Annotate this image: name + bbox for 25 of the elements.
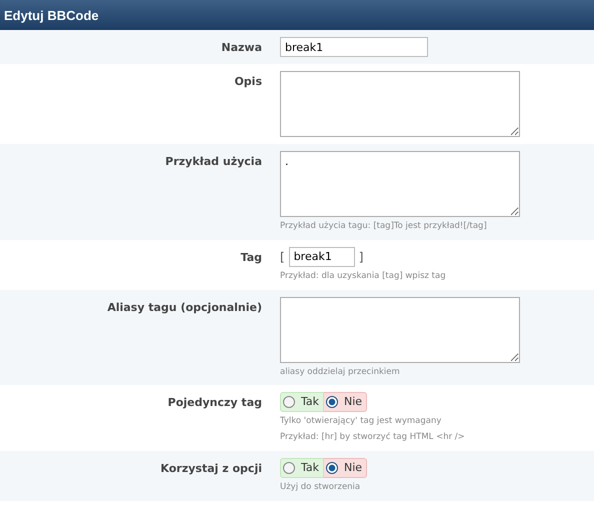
text-area[interactable] (280, 296, 520, 362)
bracket-text: [ (280, 248, 285, 266)
hint-text: Użyj do stworzenia (280, 480, 362, 494)
panel-title: Edytuj BBCode (0, 0, 594, 30)
text-area[interactable] (280, 71, 520, 137)
text-field[interactable]: break1 (280, 37, 428, 57)
field-label: Nazwa (220, 40, 262, 56)
radio-option[interactable]: Nie (324, 458, 368, 478)
radio-option[interactable]: Nie (324, 392, 368, 412)
field-label: Tag (240, 250, 262, 266)
hint-text: aliasy oddzielaj przecinkiem (280, 366, 401, 378)
field-label: Przykład użycia (164, 154, 262, 170)
hint-text: Przykład: dla uzyskania [tag] wpisz tag (280, 270, 446, 282)
field-label: Aliasy tagu (opcjonalnie) (106, 300, 262, 316)
field-label: Korzystaj z opcji (160, 460, 262, 477)
hint-text: Przykład użycia tagu: [tag]To jest przykład![/tag] (280, 220, 488, 233)
text-area[interactable]: . (280, 151, 520, 217)
tag-field[interactable]: break1 (288, 246, 355, 267)
radio-option[interactable]: Tak (280, 392, 324, 412)
field-label: Pojedynczy tag (166, 395, 262, 412)
hint-text: Tylko 'otwierający' tag jest wymagany (280, 415, 442, 428)
field-label: Opis (233, 74, 262, 90)
bracket-text: ] (358, 248, 364, 266)
radio-option[interactable]: Tak (280, 458, 324, 478)
hint-text: Przykład: [hr] by stworzyć tag HTML <hr /> (280, 431, 465, 444)
